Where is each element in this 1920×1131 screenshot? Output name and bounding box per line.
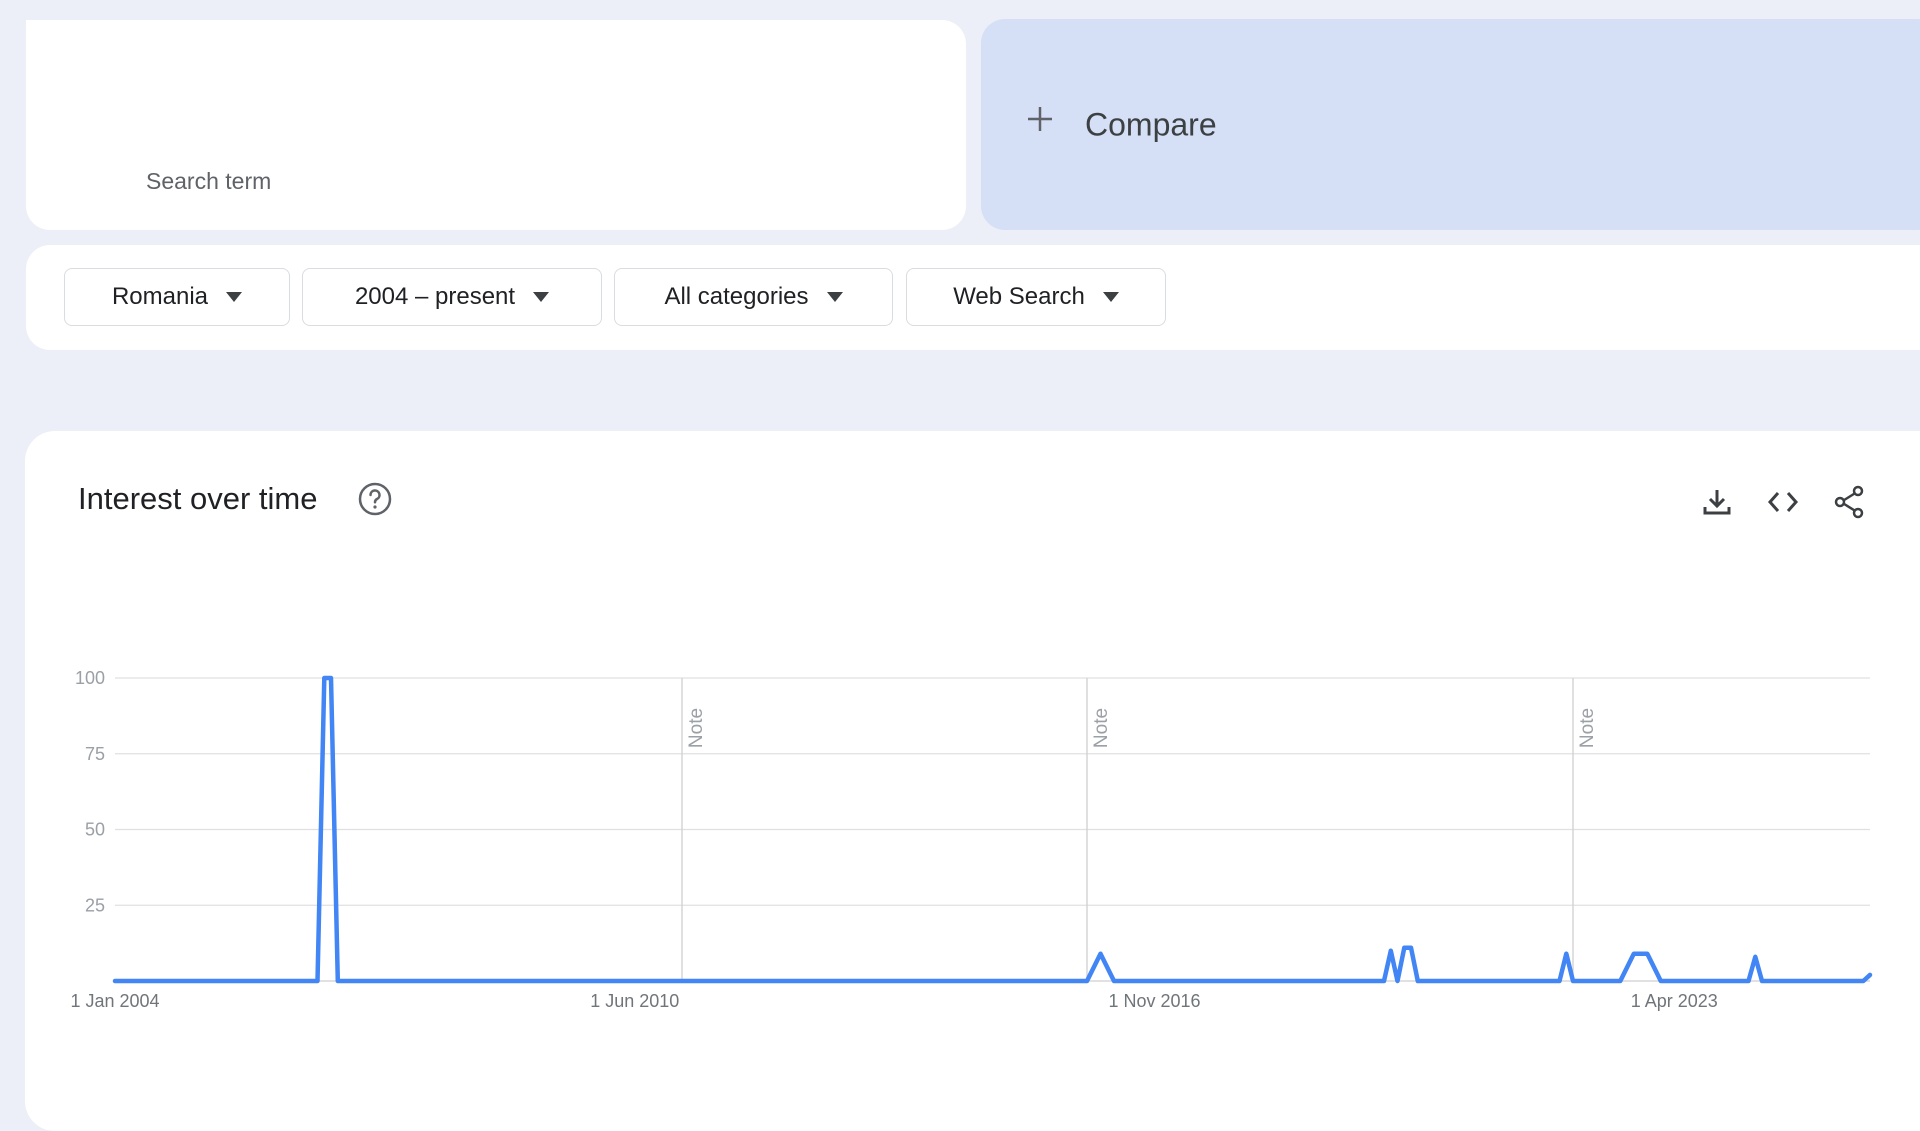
data-point (1396, 979, 1399, 983)
data-point (1760, 979, 1764, 983)
dropdown-arrow-icon (826, 292, 843, 302)
data-point (1085, 979, 1089, 983)
dropdown-arrow-icon (533, 292, 550, 302)
data-point (1618, 979, 1622, 983)
data-point (1861, 979, 1865, 983)
data-point (1112, 979, 1116, 983)
data-point (1571, 979, 1575, 983)
data-point (1564, 952, 1568, 956)
search-term-placeholder[interactable]: Search term (146, 168, 271, 195)
data-point (1632, 952, 1636, 956)
compare-button[interactable]: Compare (981, 19, 1920, 230)
data-point (1382, 979, 1386, 983)
data-point (113, 979, 117, 983)
data-point (1645, 952, 1649, 956)
y-tick-label: 100 (75, 668, 105, 688)
data-point (316, 979, 319, 983)
x-tick-label: 1 Apr 2023 (1631, 991, 1718, 1011)
compare-label: Compare (1085, 106, 1217, 143)
x-tick-label: 1 Jun 2010 (590, 991, 679, 1011)
category-value: All categories (664, 283, 809, 310)
data-point (1747, 979, 1750, 983)
data-point (1099, 952, 1102, 956)
filters-bar: Romania 2004 – present All categories We… (26, 245, 1920, 350)
data-point (1753, 955, 1757, 959)
data-point (1409, 946, 1413, 950)
data-point (1868, 973, 1872, 977)
region-value: Romania (111, 283, 209, 310)
search-type-value: Web Search (953, 283, 1085, 310)
dropdown-arrow-icon (226, 292, 243, 302)
region-dropdown[interactable]: Romania (64, 268, 290, 326)
x-tick-label: 1 Jan 2004 (70, 991, 159, 1011)
data-point (322, 676, 326, 680)
search-card: Search term (26, 20, 966, 230)
search-type-dropdown[interactable]: Web Search (906, 268, 1166, 326)
y-tick-label: 75 (85, 744, 105, 764)
note-label: Note (1091, 708, 1112, 748)
time-range-dropdown[interactable]: 2004 – present (302, 268, 602, 326)
data-point (1402, 946, 1406, 950)
search-term-area[interactable] (26, 20, 422, 152)
plus-icon (1028, 107, 1052, 131)
data-point (336, 979, 340, 983)
y-tick-label: 50 (85, 820, 105, 840)
data-point (329, 676, 333, 680)
dropdown-arrow-icon (1102, 292, 1119, 302)
time-range-value: 2004 – present (354, 283, 516, 310)
data-point (1558, 979, 1561, 983)
line-chart: 25 50 75 100 Note Note Note 1 Jan 2004 1 Jun 201… (70, 668, 1873, 1011)
y-tick-label: 25 (85, 895, 105, 915)
x-tick-label: 1 Nov 2016 (1108, 991, 1200, 1011)
category-dropdown[interactable]: All categories (614, 268, 893, 326)
note-label: Note (1577, 708, 1598, 748)
data-point (1389, 949, 1393, 953)
note-label: Note (686, 708, 707, 748)
data-point (1416, 979, 1420, 983)
interest-over-time-card: Interest over time 25 50 75 100 Note Note Note… (25, 431, 1920, 1131)
data-point (1659, 979, 1663, 983)
